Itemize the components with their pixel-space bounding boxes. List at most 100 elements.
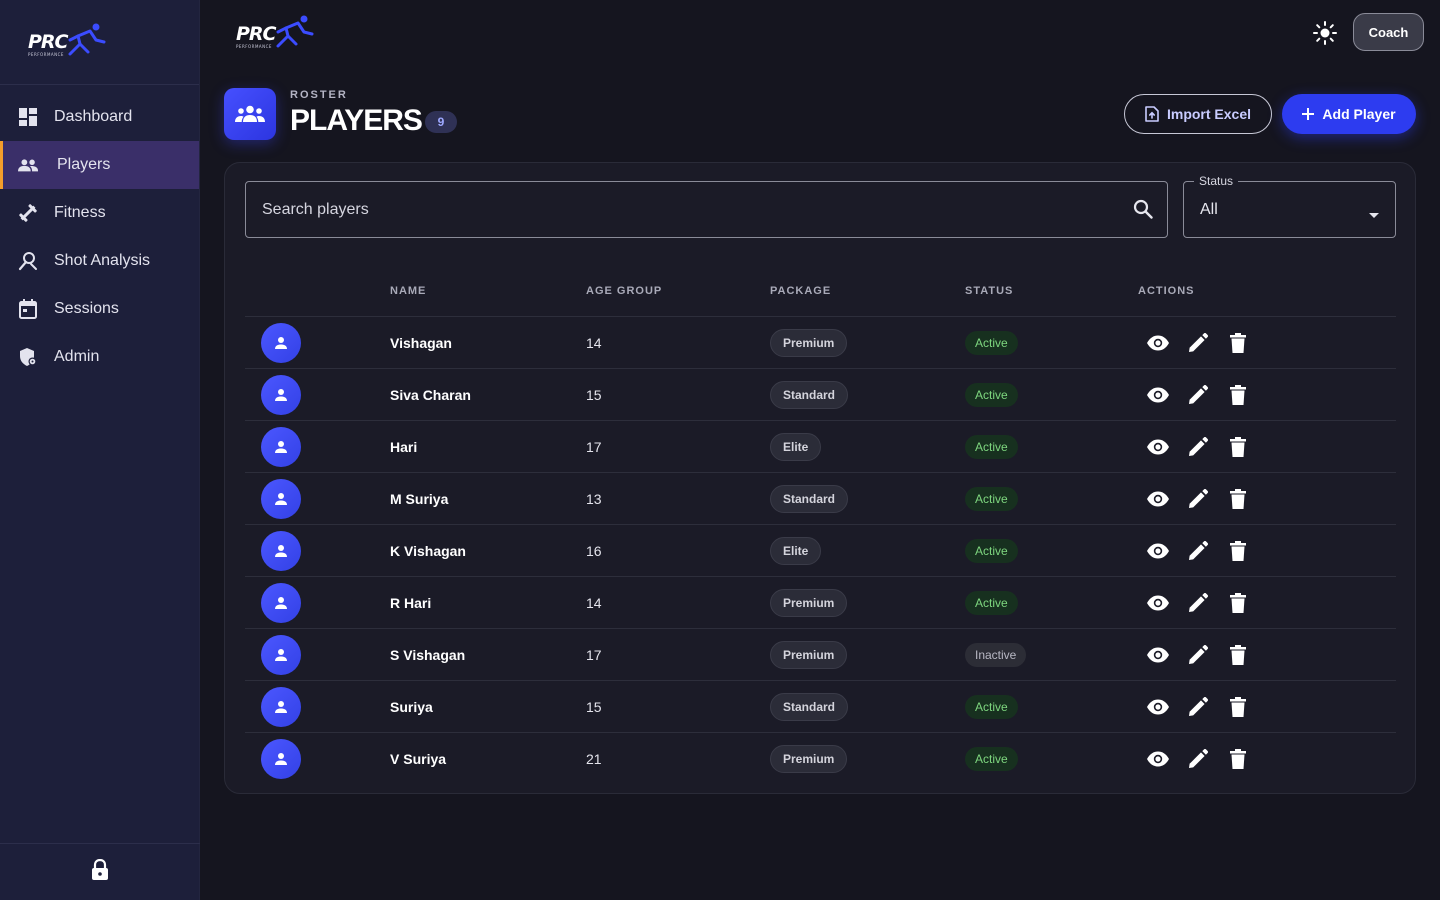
theme-toggle-button[interactable] [1312,20,1338,46]
status-filter-select[interactable]: Status All [1183,174,1396,238]
player-age-group: 16 [586,543,602,559]
sidebar-footer [0,843,200,900]
sidebar-item-players[interactable]: Players [0,141,199,189]
package-chip: Premium [770,641,848,669]
avatar [261,531,301,571]
column-header-status[interactable]: STATUS [965,285,1013,297]
view-button[interactable] [1146,747,1170,771]
trash-icon [1230,385,1246,405]
view-button[interactable] [1146,539,1170,563]
delete-button[interactable] [1226,383,1250,407]
delete-button[interactable] [1226,487,1250,511]
sidebar-item-fitness[interactable]: Fitness [0,189,199,237]
trash-icon [1230,749,1246,769]
edit-button[interactable] [1186,591,1210,615]
table-row[interactable]: Vishagan 14 Premium Active [245,317,1396,369]
sidebar-item-label: Shot Analysis [54,252,151,269]
table-row[interactable]: S Vishagan 17 Premium Inactive [245,629,1396,681]
delete-button[interactable] [1226,591,1250,615]
person-icon [275,493,287,505]
edit-button[interactable] [1186,331,1210,355]
avatar [261,583,301,623]
sidebar-nav: Dashboard Players Fitness Shot Analysis … [0,85,199,381]
table-row[interactable]: Hari 17 Elite Active [245,421,1396,473]
lock-icon[interactable] [91,858,109,886]
sidebar-item-dashboard[interactable]: Dashboard [0,93,199,141]
import-excel-button[interactable]: Import Excel [1124,94,1272,134]
brand-logo[interactable]: PRC PERFORMANCE [26,22,108,62]
delete-button[interactable] [1226,539,1250,563]
player-age-group: 21 [586,751,602,767]
column-header-package[interactable]: PACKAGE [770,285,831,297]
sidebar-item-label: Players [57,156,111,173]
pencil-icon [1189,437,1208,456]
delete-button[interactable] [1226,435,1250,459]
view-button[interactable] [1146,331,1170,355]
edit-button[interactable] [1186,695,1210,719]
sidebar-item-sessions[interactable]: Sessions [0,285,199,333]
search-input[interactable] [246,182,1116,237]
admin-icon [18,347,38,367]
delete-button[interactable] [1226,643,1250,667]
pencil-icon [1189,541,1208,560]
edit-button[interactable] [1186,643,1210,667]
status-filter-label: Status [1194,174,1239,188]
eye-icon [1147,595,1169,611]
table-row[interactable]: K Vishagan 16 Elite Active [245,525,1396,577]
player-age-group: 15 [586,387,602,403]
status-filter-value: All [1200,201,1218,218]
status-badge: Active [965,539,1018,563]
table-row[interactable]: M Suriya 13 Standard Active [245,473,1396,525]
person-icon [275,649,287,661]
package-chip: Standard [770,381,849,409]
edit-button[interactable] [1186,435,1210,459]
edit-button[interactable] [1186,747,1210,771]
table-row[interactable]: V Suriya 21 Premium Active [245,733,1396,785]
sidebar-item-admin[interactable]: Admin [0,333,199,381]
player-age-group: 14 [586,595,602,611]
table-body: Vishagan 14 Premium Active Siva Charan 1… [245,317,1396,785]
trash-icon [1230,697,1246,717]
package-chip: Premium [770,589,848,617]
delete-button[interactable] [1226,747,1250,771]
eye-icon [1147,439,1169,455]
eye-icon [1147,699,1169,715]
sidebar-item-label: Sessions [54,300,119,317]
user-role-button[interactable]: Coach [1353,13,1424,51]
table-row[interactable]: R Hari 14 Premium Active [245,577,1396,629]
player-name: Vishagan [390,335,452,351]
column-header-name[interactable]: NAME [390,285,426,297]
sidebar: PRC PERFORMANCE Dashboard Players Fitnes… [0,0,200,900]
table-header: NAME AGE GROUP PACKAGE STATUS ACTIONS [245,265,1396,317]
people-icon [18,155,38,175]
view-button[interactable] [1146,383,1170,407]
table-row[interactable]: Suriya 15 Standard Active [245,681,1396,733]
group-icon [235,105,265,122]
view-button[interactable] [1146,591,1170,615]
eye-icon [1147,647,1169,663]
search-icon[interactable] [1133,199,1153,224]
status-badge: Active [965,383,1018,407]
sidebar-item-shot-analysis[interactable]: Shot Analysis [0,237,199,285]
players-table: NAME AGE GROUP PACKAGE STATUS ACTIONS Vi… [245,265,1396,785]
trash-icon [1230,645,1246,665]
table-row[interactable]: Siva Charan 15 Standard Active [245,369,1396,421]
pencil-icon [1189,749,1208,768]
top-bar: PRC PERFORMANCE Coach [200,0,1440,66]
add-player-button[interactable]: Add Player [1282,94,1416,134]
view-button[interactable] [1146,487,1170,511]
view-button[interactable] [1146,643,1170,667]
edit-button[interactable] [1186,487,1210,511]
delete-button[interactable] [1226,695,1250,719]
column-header-actions: ACTIONS [1138,285,1195,297]
topbar-brand-logo[interactable]: PRC PERFORMANCE [234,14,316,54]
edit-button[interactable] [1186,383,1210,407]
fitness-icon [18,203,38,223]
person-icon [275,545,287,557]
column-header-age-group[interactable]: AGE GROUP [586,285,662,297]
view-button[interactable] [1146,435,1170,459]
view-button[interactable] [1146,695,1170,719]
edit-button[interactable] [1186,539,1210,563]
delete-button[interactable] [1226,331,1250,355]
calendar-icon [18,299,38,319]
